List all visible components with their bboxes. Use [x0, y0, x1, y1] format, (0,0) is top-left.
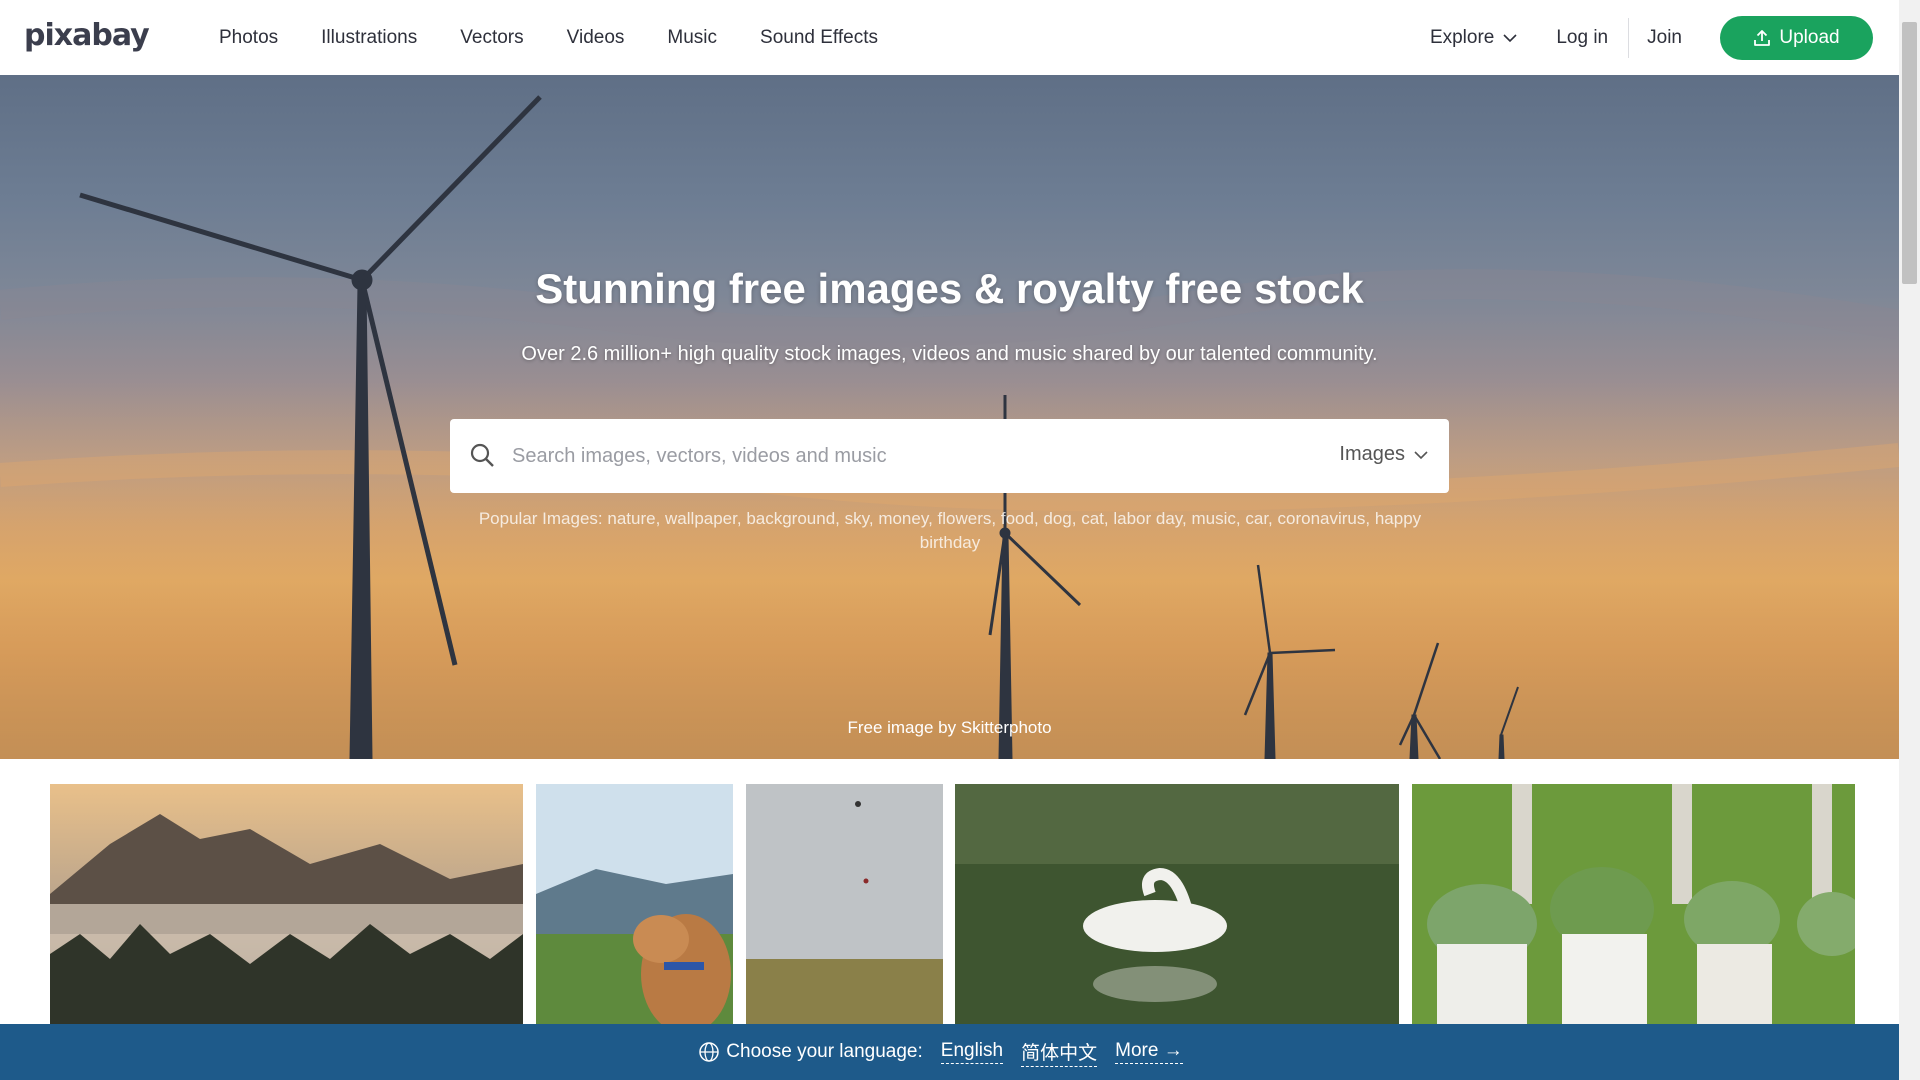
succulents-image: [1412, 784, 1855, 1024]
nav-vectors[interactable]: Vectors: [460, 27, 523, 49]
nav-divider: [1628, 17, 1630, 58]
chevron-down-icon: [1414, 450, 1428, 459]
globe-icon: [699, 1042, 720, 1062]
popular-tag[interactable]: food: [1001, 509, 1034, 528]
hero-section: Stunning free images & royalty free stoc…: [0, 75, 1899, 759]
right-nav: Explore Log in Join Upload: [1430, 0, 1899, 75]
nav-videos[interactable]: Videos: [567, 27, 625, 49]
field-balloons-image: [746, 784, 943, 1024]
gallery-image-succulents[interactable]: [1412, 784, 1855, 1024]
popular-tag[interactable]: nature: [607, 509, 655, 528]
dog-image: [536, 784, 733, 1024]
popular-tag[interactable]: coronavirus: [1278, 509, 1366, 528]
upload-button[interactable]: Upload: [1720, 15, 1873, 60]
explore-label: Explore: [1429, 26, 1495, 48]
swan-image: [955, 784, 1399, 1024]
nav-photos[interactable]: Photos: [219, 27, 278, 49]
language-bar: Choose your language: English 简体中文 More …: [0, 1024, 1899, 1080]
search-input[interactable]: [512, 435, 1292, 477]
search-box: Images: [450, 419, 1449, 493]
image-credit[interactable]: Free image by Skitterphoto: [0, 718, 1899, 738]
search-type-label: Images: [1339, 443, 1405, 465]
gallery-image-misty-mountains[interactable]: [50, 784, 523, 1024]
popular-tag[interactable]: cat: [1081, 509, 1104, 528]
language-english-link[interactable]: English: [940, 1040, 1004, 1064]
popular-searches: Popular Images: nature, wallpaper, backg…: [478, 509, 1422, 552]
gallery-image-field-balloons[interactable]: [746, 784, 943, 1024]
popular-tag[interactable]: background: [746, 509, 835, 528]
popular-label: Popular Images:: [478, 509, 603, 528]
chevron-down-icon: [1503, 33, 1517, 42]
gallery-image-dog[interactable]: [536, 784, 733, 1024]
popular-tag[interactable]: music: [1192, 509, 1236, 528]
gallery-image-swan[interactable]: [955, 784, 1399, 1024]
pixabay-logo[interactable]: pixabay: [24, 18, 150, 53]
page-scrollbar[interactable]: [1899, 0, 1920, 1080]
nav-illustrations[interactable]: Illustrations: [321, 27, 417, 49]
popular-tag[interactable]: wallpaper: [665, 509, 737, 528]
search-type-dropdown[interactable]: Images: [1339, 443, 1429, 466]
hero-subtitle: Over 2.6 million+ high quality stock ima…: [521, 343, 1378, 365]
join-link[interactable]: Join: [1647, 27, 1682, 49]
nav-music[interactable]: Music: [667, 27, 717, 49]
hero-title: Stunning free images & royalty free stoc…: [535, 265, 1364, 312]
popular-tag[interactable]: labor day: [1113, 509, 1182, 528]
explore-menu[interactable]: Explore: [1430, 27, 1518, 49]
nav-sound-effects[interactable]: Sound Effects: [760, 27, 878, 49]
misty-mountains-image: [50, 784, 523, 1024]
popular-tag[interactable]: dog: [1043, 509, 1071, 528]
popular-tag[interactable]: sky: [845, 509, 869, 528]
search-icon[interactable]: [468, 441, 496, 469]
upload-label: Upload: [1779, 26, 1840, 48]
popular-tag[interactable]: car: [1245, 509, 1268, 528]
language-more-link[interactable]: More →: [1115, 1040, 1183, 1064]
language-chinese-link[interactable]: 简体中文: [1021, 1038, 1098, 1067]
scrollbar-thumb[interactable]: [1902, 22, 1917, 284]
popular-tag[interactable]: flowers: [938, 509, 992, 528]
login-link[interactable]: Log in: [1556, 27, 1608, 49]
top-header: pixabay Photos Illustrations Vectors Vid…: [0, 0, 1899, 75]
popular-tag[interactable]: money: [878, 509, 928, 528]
hero-background-image: [0, 95, 1899, 759]
upload-icon: [1754, 29, 1771, 46]
language-label: Choose your language:: [726, 1041, 923, 1062]
main-nav: Photos Illustrations Vectors Videos Musi…: [219, 0, 878, 75]
